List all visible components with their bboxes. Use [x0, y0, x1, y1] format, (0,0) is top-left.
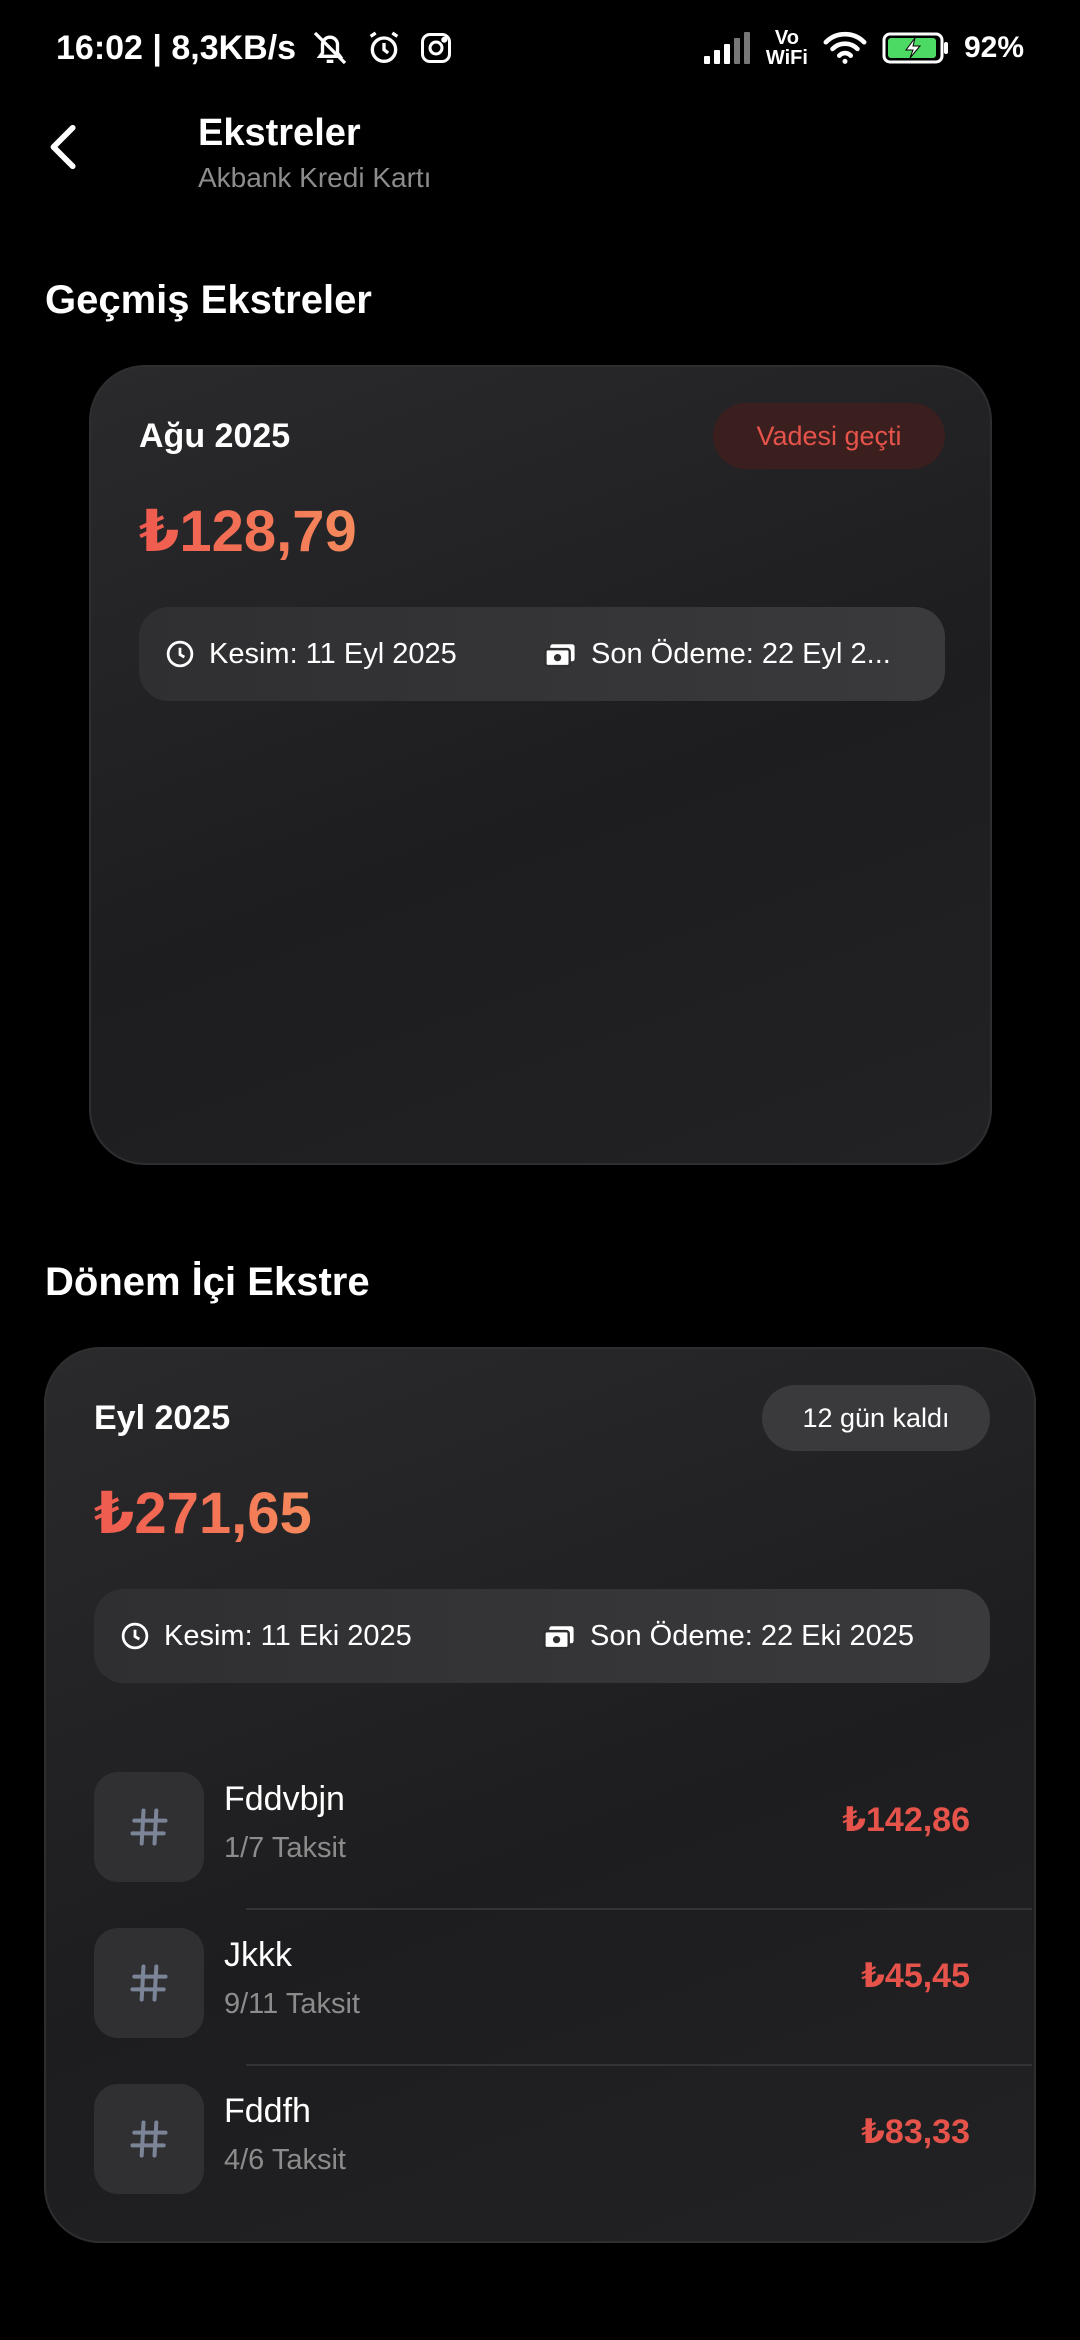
- cutoff-date-item: Kesim: 11 Eyl 2025: [165, 638, 457, 671]
- due-date-item: Son Ödeme: 22 Eyl 2...: [543, 638, 891, 671]
- current-statement-title: Dönem İçi Ekstre: [45, 1260, 370, 1304]
- transaction-amount: ₺45,45: [861, 1957, 970, 1995]
- hash-icon: [94, 1772, 204, 1882]
- app-bar: Ekstreler Akbank Kredi Kartı: [0, 96, 1080, 216]
- statement-period: Ağu 2025: [139, 417, 291, 455]
- transaction-name: Fddvbjn: [224, 1780, 345, 1818]
- transaction-row[interactable]: Fddfh 4/6 Taksit ₺83,33: [46, 2066, 1006, 2222]
- cash-icon: [543, 1626, 574, 1650]
- past-statements-title: Geçmiş Ekstreler: [45, 278, 372, 322]
- cutoff-date-item: Kesim: 11 Eki 2025: [120, 1620, 412, 1653]
- current-statement-card: Eyl 2025 12 gün kaldı ₺271,65 Kesim: 11 …: [44, 1347, 1036, 2243]
- vowifi-indicator: Vo WiFi: [766, 28, 808, 68]
- transaction-name: Jkkk: [224, 1936, 292, 1974]
- cash-icon: [544, 644, 575, 668]
- page-subtitle: Akbank Kredi Kartı: [198, 162, 432, 193]
- due-date: Son Ödeme: 22 Eki 2025: [590, 1619, 915, 1652]
- past-statement-card[interactable]: Ağu 2025 Vadesi geçti ₺128,79 Kesim: 11 …: [89, 365, 992, 1165]
- transaction-row[interactable]: Fddvbjn 1/7 Taksit ₺142,86: [46, 1754, 1032, 1910]
- battery-charging-icon: [882, 30, 950, 66]
- clock-icon: [121, 1622, 149, 1650]
- statement-dates: Kesim: 11 Eki 2025 Son Ödeme: 22 Eki 202…: [94, 1589, 990, 1683]
- back-button[interactable]: [30, 112, 100, 182]
- transaction-name: Fddfh: [224, 2092, 311, 2130]
- transaction-row[interactable]: Jkkk 9/11 Taksit ₺45,45: [46, 1910, 1032, 2066]
- battery-percent: 92%: [963, 31, 1024, 64]
- hash-icon: [94, 1928, 204, 2038]
- transaction-installment: 1/7 Taksit: [224, 1832, 346, 1864]
- overdue-badge: Vadesi geçti: [713, 403, 945, 469]
- days-left-badge: 12 gün kaldı: [762, 1385, 990, 1451]
- transaction-amount: ₺83,33: [861, 2113, 970, 2151]
- page-title: Ekstreler: [198, 112, 361, 154]
- status-time-speed: 16:02 | 8,3KB/s: [56, 28, 297, 67]
- vowifi-top: Vo: [774, 27, 799, 49]
- bell-off-icon: [310, 28, 350, 68]
- transaction-installment: 9/11 Taksit: [224, 1988, 360, 2020]
- statement-period: Eyl 2025: [94, 1399, 231, 1437]
- statement-amount: ₺128,79: [139, 499, 357, 564]
- clock-icon: [166, 640, 194, 668]
- transaction-installment: 4/6 Taksit: [224, 2144, 346, 2176]
- status-bar-left: 16:02 | 8,3KB/s: [56, 28, 454, 68]
- transaction-amount: ₺142,86: [842, 1801, 970, 1839]
- statement-amount: ₺271,65: [94, 1481, 312, 1546]
- arrow-left-icon: [50, 124, 76, 170]
- statement-dates: Kesim: 11 Eyl 2025 Son Ödeme: 22 Eyl 2..…: [139, 607, 945, 701]
- due-date-item: Son Ödeme: 22 Eki 2025: [542, 1620, 914, 1653]
- hash-icon: [94, 2084, 204, 2194]
- vowifi-bottom: WiFi: [765, 47, 808, 69]
- cutoff-date: Kesim: 11 Eyl 2025: [209, 637, 457, 670]
- signal-icon: [702, 30, 752, 66]
- status-bar: 16:02 | 8,3KB/s Vo WiFi 92%: [0, 0, 1080, 96]
- due-date: Son Ödeme: 22 Eyl 2...: [591, 637, 891, 670]
- alarm-icon: [364, 28, 404, 68]
- instagram-icon: [418, 30, 454, 66]
- status-bar-right: Vo WiFi 92%: [702, 28, 1024, 68]
- cutoff-date: Kesim: 11 Eki 2025: [164, 1619, 412, 1652]
- wifi-icon: [822, 30, 868, 66]
